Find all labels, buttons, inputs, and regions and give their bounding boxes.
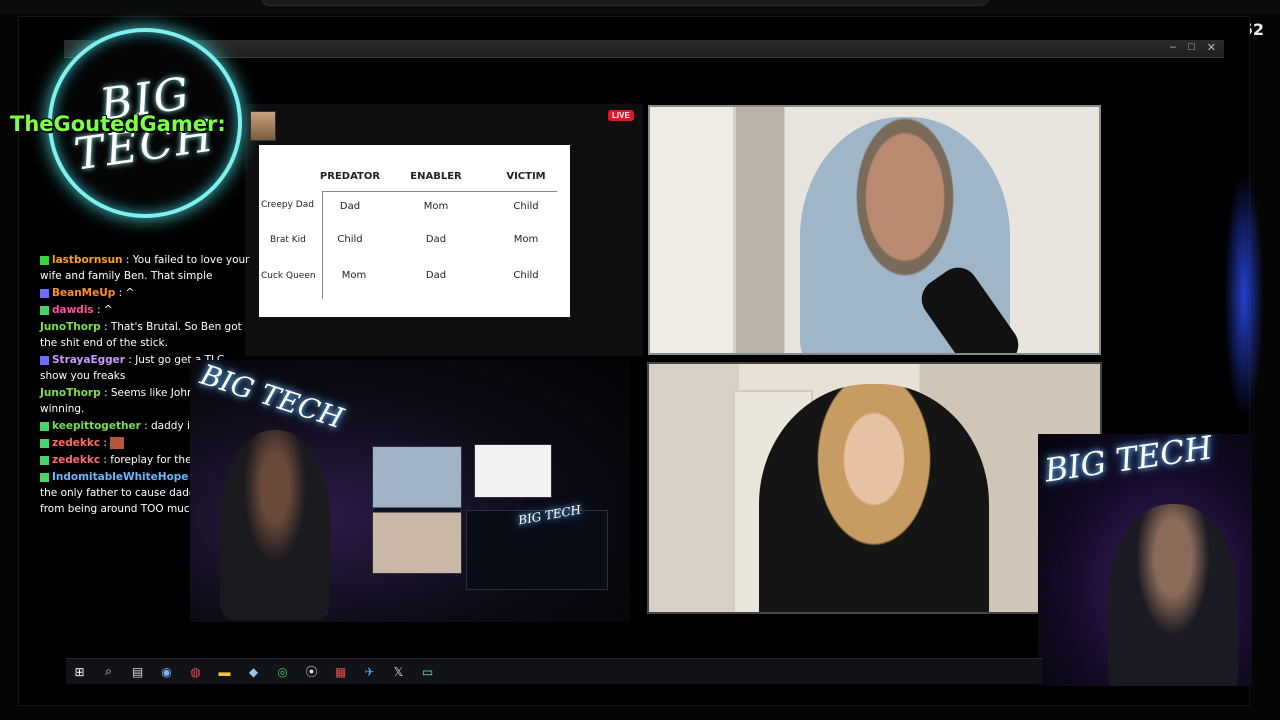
chat-message: JunoThorp : That's Brutal. So Ben got th…: [40, 319, 250, 351]
chat-username[interactable]: StrayaEgger: [52, 354, 125, 366]
host-side-camera: BIG TECH: [1038, 434, 1252, 686]
minimize-button[interactable]: –: [1170, 41, 1176, 54]
row2-enabler: Dad: [425, 270, 447, 281]
row-label-cuck-queen: Cuck Queen: [261, 271, 316, 281]
x-icon[interactable]: 𝕏: [391, 664, 406, 679]
row-label-creepy-dad: Creepy Dad: [261, 200, 314, 210]
chrome-alt-icon[interactable]: ◎: [275, 664, 290, 679]
search-icon[interactable]: ⌕: [101, 664, 116, 679]
window-controls: – □ ✕: [1170, 41, 1216, 54]
role-table: PREDATOR ENABLER VICTIM Creepy Dad Dad M…: [259, 145, 570, 317]
row2-predator: Mom: [341, 270, 367, 281]
task-view-icon[interactable]: ▤: [130, 664, 145, 679]
steam-icon[interactable]: ◆: [246, 664, 261, 679]
sub-badge-icon: [40, 255, 49, 265]
host-silhouette: [220, 430, 330, 620]
sub-badge-icon: [40, 472, 49, 482]
telegram-icon[interactable]: ✈: [362, 664, 377, 679]
door: [650, 107, 736, 353]
monitor-screen-blank: [474, 444, 552, 498]
row0-victim: Child: [513, 201, 539, 212]
obs-icon[interactable]: ⦿: [304, 664, 319, 679]
sub-badge-icon: [40, 421, 49, 431]
donor-avatar: [250, 111, 276, 141]
chat-message: dawdis : ^: [40, 302, 250, 318]
close-button[interactable]: ✕: [1207, 41, 1216, 54]
table-hline: [323, 191, 557, 192]
chat-username[interactable]: keepittogether: [52, 420, 141, 432]
guest-camera-bottom: [647, 362, 1102, 614]
sub-badge-icon: [40, 455, 49, 465]
chrome-icon[interactable]: ◍: [188, 664, 203, 679]
header-predator: PREDATOR: [319, 171, 381, 182]
chat-username[interactable]: zedekkc: [52, 437, 100, 449]
sub-badge-icon: [40, 438, 49, 448]
sub-badge-icon: [40, 288, 49, 298]
live-badge: LIVE: [608, 110, 634, 121]
donor-alert-name: TheGoutedGamer:: [10, 112, 226, 136]
emote-icon: [110, 437, 125, 449]
chat-message: lastbornsun : You failed to love your wi…: [40, 252, 250, 284]
row1-victim: Mom: [513, 234, 539, 245]
row2-victim: Child: [513, 270, 539, 281]
row0-predator: Dad: [339, 201, 361, 212]
monitor-screen-cams: [372, 446, 462, 574]
neon-sign-text: BIG TECH: [196, 357, 348, 436]
chat-username[interactable]: zedekkc: [52, 454, 100, 466]
top-bar: [0, 0, 1280, 14]
chat-text: : ^: [97, 304, 113, 316]
guest-camera-top: [648, 105, 1101, 355]
host-figure: [1108, 504, 1238, 686]
row0-enabler: Mom: [423, 201, 449, 212]
row1-enabler: Dad: [425, 234, 447, 245]
terminal-icon[interactable]: ▭: [420, 664, 435, 679]
row-label-brat-kid: Brat Kid: [270, 235, 306, 245]
chat-username[interactable]: JunoThorp: [40, 387, 101, 399]
studio-setup-photo: BIG TECH BIG TECH: [190, 357, 630, 622]
windows-taskbar: ⊞ ⌕ ▤ ◉ ◍ ▬ ◆ ◎ ⦿ ▦ ✈ 𝕏 ▭: [66, 658, 1042, 684]
header-enabler: ENABLER: [410, 171, 462, 182]
window-titlebar: – □ ✕: [64, 40, 1224, 58]
sub-badge-icon: [40, 355, 49, 365]
sub-badge-icon: [40, 305, 49, 315]
header-victim: VICTIM: [506, 171, 546, 182]
chat-username[interactable]: dawdis: [52, 304, 94, 316]
side-neon-text: BIG TECH: [1042, 434, 1215, 490]
chat-username[interactable]: lastbornsun: [52, 254, 123, 266]
chat-text: :: [103, 437, 107, 449]
maximize-button[interactable]: □: [1188, 41, 1195, 54]
calculator-icon[interactable]: ▦: [333, 664, 348, 679]
guest-woman: [759, 384, 989, 612]
copilot-icon[interactable]: ◉: [159, 664, 174, 679]
blue-light-glow: [1224, 170, 1264, 420]
row1-predator: Child: [337, 234, 363, 245]
chat-message: BeanMeUp : ^: [40, 285, 250, 301]
chat-username[interactable]: BeanMeUp: [52, 287, 115, 299]
url-pill: [260, 0, 990, 6]
chat-username[interactable]: JunoThorp: [40, 321, 101, 333]
chat-text: : ^: [118, 287, 135, 299]
file-explorer-icon[interactable]: ▬: [217, 664, 232, 679]
windows-icon[interactable]: ⊞: [72, 664, 87, 679]
chat-username[interactable]: IndomitableWhiteHope: [52, 471, 188, 483]
